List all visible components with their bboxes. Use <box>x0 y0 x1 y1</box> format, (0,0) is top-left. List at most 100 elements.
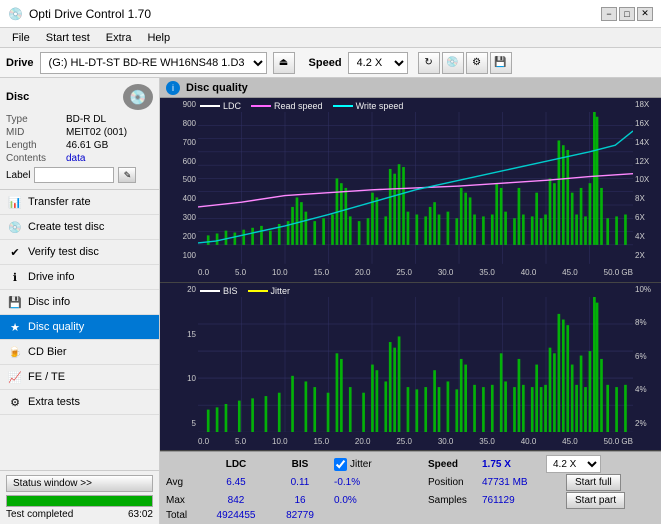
disc-type-value: BD-R DL <box>66 114 106 125</box>
sidebar-label-create-test-disc: Create test disc <box>28 221 104 233</box>
status-text: Test completed <box>6 509 73 520</box>
legend-read-speed: Read speed <box>251 101 323 111</box>
disc-mid-label: MID <box>6 127 62 138</box>
speed-select[interactable]: 4.2 X <box>348 52 408 74</box>
start-part-button[interactable]: Start part <box>566 492 625 509</box>
drivebar: Drive (G:) HL-DT-ST BD-RE WH16NS48 1.D3 … <box>0 48 661 78</box>
total-label: Total <box>166 510 202 521</box>
avg-jitter: -0.1% <box>334 477 424 488</box>
total-bis: 82779 <box>270 510 330 521</box>
sidebar-label-verify-test-disc: Verify test disc <box>28 246 99 258</box>
read-speed-color <box>251 105 271 107</box>
disc-title: Disc <box>6 91 29 103</box>
disc-type-label: Type <box>6 114 62 125</box>
status-window-button[interactable]: Status window >> <box>6 475 153 492</box>
stats-max-row: Max 842 16 0.0% Samples 761129 Start par… <box>166 492 655 509</box>
menu-help[interactable]: Help <box>139 31 178 45</box>
avg-label: Avg <box>166 477 202 488</box>
left-panel: Disc 💿 Type BD-R DL MID MEIT02 (001) Len… <box>0 78 160 524</box>
drive-eject-button[interactable]: ⏏ <box>273 52 295 74</box>
legend-bis-label: BIS <box>223 286 238 296</box>
disc-header: Disc 💿 <box>6 84 153 110</box>
sidebar-label-cd-bier: CD Bier <box>28 346 67 358</box>
sidebar-label-disc-info: Disc info <box>28 296 70 308</box>
chart1-y-left: 900 800 700 600 500 400 300 200 100 <box>160 98 198 262</box>
legend-jitter: Jitter <box>248 286 291 296</box>
legend-write-speed-label: Write speed <box>356 101 404 111</box>
drivebar-icons: ↻ 💿 ⚙ 💾 <box>418 52 512 74</box>
stats-header-row: LDC BIS Jitter Speed 1.75 X 4.2 X <box>166 455 655 473</box>
sidebar-item-verify-test-disc[interactable]: ✔ Verify test disc <box>0 240 159 265</box>
disc-mid-row: MID MEIT02 (001) <box>6 127 153 138</box>
max-label: Max <box>166 495 202 506</box>
legend-bis: BIS <box>200 286 238 296</box>
extra-tests-icon: ⚙ <box>8 395 22 409</box>
disc-section: Disc 💿 Type BD-R DL MID MEIT02 (001) Len… <box>0 78 159 190</box>
disc-length-label: Length <box>6 140 62 151</box>
sidebar-item-create-test-disc[interactable]: 💿 Create test disc <box>0 215 159 240</box>
transfer-rate-icon: 📊 <box>8 195 22 209</box>
chart2-legend: BIS Jitter <box>200 286 290 296</box>
progress-bar <box>6 495 153 507</box>
position-value: 47731 MB <box>482 477 562 488</box>
stats-jitter-header: Jitter <box>334 458 424 471</box>
disc-quality-icon: ★ <box>8 320 22 334</box>
legend-ldc: LDC <box>200 101 241 111</box>
jitter-checkbox[interactable] <box>334 458 347 471</box>
status-time: 63:02 <box>128 509 153 520</box>
refresh-button[interactable]: ↻ <box>418 52 440 74</box>
maximize-button[interactable]: □ <box>619 7 635 21</box>
minimize-button[interactable]: − <box>601 7 617 21</box>
chart1-container: LDC Read speed Write speed 900 800 700 <box>160 98 661 283</box>
disc-button[interactable]: 💿 <box>442 52 464 74</box>
close-button[interactable]: ✕ <box>637 7 653 21</box>
sidebar-item-fe-te[interactable]: 📈 FE / TE <box>0 365 159 390</box>
legend-write-speed: Write speed <box>333 101 404 111</box>
cd-bier-icon: 🍺 <box>8 345 22 359</box>
menu-start-test[interactable]: Start test <box>38 31 98 45</box>
titlebar-controls[interactable]: − □ ✕ <box>601 7 653 21</box>
max-bis: 16 <box>270 495 330 506</box>
sidebar-item-disc-quality[interactable]: ★ Disc quality <box>0 315 159 340</box>
sidebar-label-extra-tests: Extra tests <box>28 396 80 408</box>
legend-jitter-label: Jitter <box>271 286 291 296</box>
menu-extra[interactable]: Extra <box>98 31 140 45</box>
status-text-row: Test completed 63:02 <box>6 509 153 520</box>
start-full-button[interactable]: Start full <box>566 474 621 491</box>
sidebar-item-disc-info[interactable]: 💾 Disc info <box>0 290 159 315</box>
sidebar-item-transfer-rate[interactable]: 📊 Transfer rate <box>0 190 159 215</box>
max-jitter: 0.0% <box>334 495 424 506</box>
app-icon: 💿 <box>8 7 23 21</box>
jitter-label: Jitter <box>350 459 372 470</box>
right-panel: i Disc quality LDC Read speed <box>160 78 661 524</box>
sidebar-item-drive-info[interactable]: ℹ Drive info <box>0 265 159 290</box>
disc-label-input[interactable] <box>34 167 114 183</box>
samples-label: Samples <box>428 495 478 506</box>
create-test-disc-icon: 💿 <box>8 220 22 234</box>
max-ldc: 842 <box>206 495 266 506</box>
settings-button[interactable]: ⚙ <box>466 52 488 74</box>
save-button[interactable]: 💾 <box>490 52 512 74</box>
chart2-svg <box>198 297 633 432</box>
main-area: Disc 💿 Type BD-R DL MID MEIT02 (001) Len… <box>0 78 661 524</box>
sidebar-label-fe-te: FE / TE <box>28 371 65 383</box>
samples-value: 761129 <box>482 495 562 506</box>
fe-te-icon: 📈 <box>8 370 22 384</box>
stats-speed-value: 1.75 X <box>482 459 542 470</box>
menu-file[interactable]: File <box>4 31 38 45</box>
stats-speed-select[interactable]: 4.2 X <box>546 455 601 473</box>
sidebar-menu: 📊 Transfer rate 💿 Create test disc ✔ Ver… <box>0 190 159 470</box>
chart1-y-right: 18X 16X 14X 12X 10X 8X 6X 4X 2X <box>633 98 661 262</box>
stats-bis-header: BIS <box>270 459 330 470</box>
app-title: Opti Drive Control 1.70 <box>29 7 151 21</box>
disc-type-row: Type BD-R DL <box>6 114 153 125</box>
disc-contents-label: Contents <box>6 153 62 164</box>
drive-select[interactable]: (G:) HL-DT-ST BD-RE WH16NS48 1.D3 <box>40 52 267 74</box>
sidebar-item-extra-tests[interactable]: ⚙ Extra tests <box>0 390 159 415</box>
disc-label-button[interactable]: ✎ <box>118 167 136 183</box>
chart1-legend: LDC Read speed Write speed <box>200 101 403 111</box>
charts-area: LDC Read speed Write speed 900 800 700 <box>160 98 661 524</box>
stats-ldc-header: LDC <box>206 459 266 470</box>
sidebar-label-disc-quality: Disc quality <box>28 321 84 333</box>
sidebar-item-cd-bier[interactable]: 🍺 CD Bier <box>0 340 159 365</box>
